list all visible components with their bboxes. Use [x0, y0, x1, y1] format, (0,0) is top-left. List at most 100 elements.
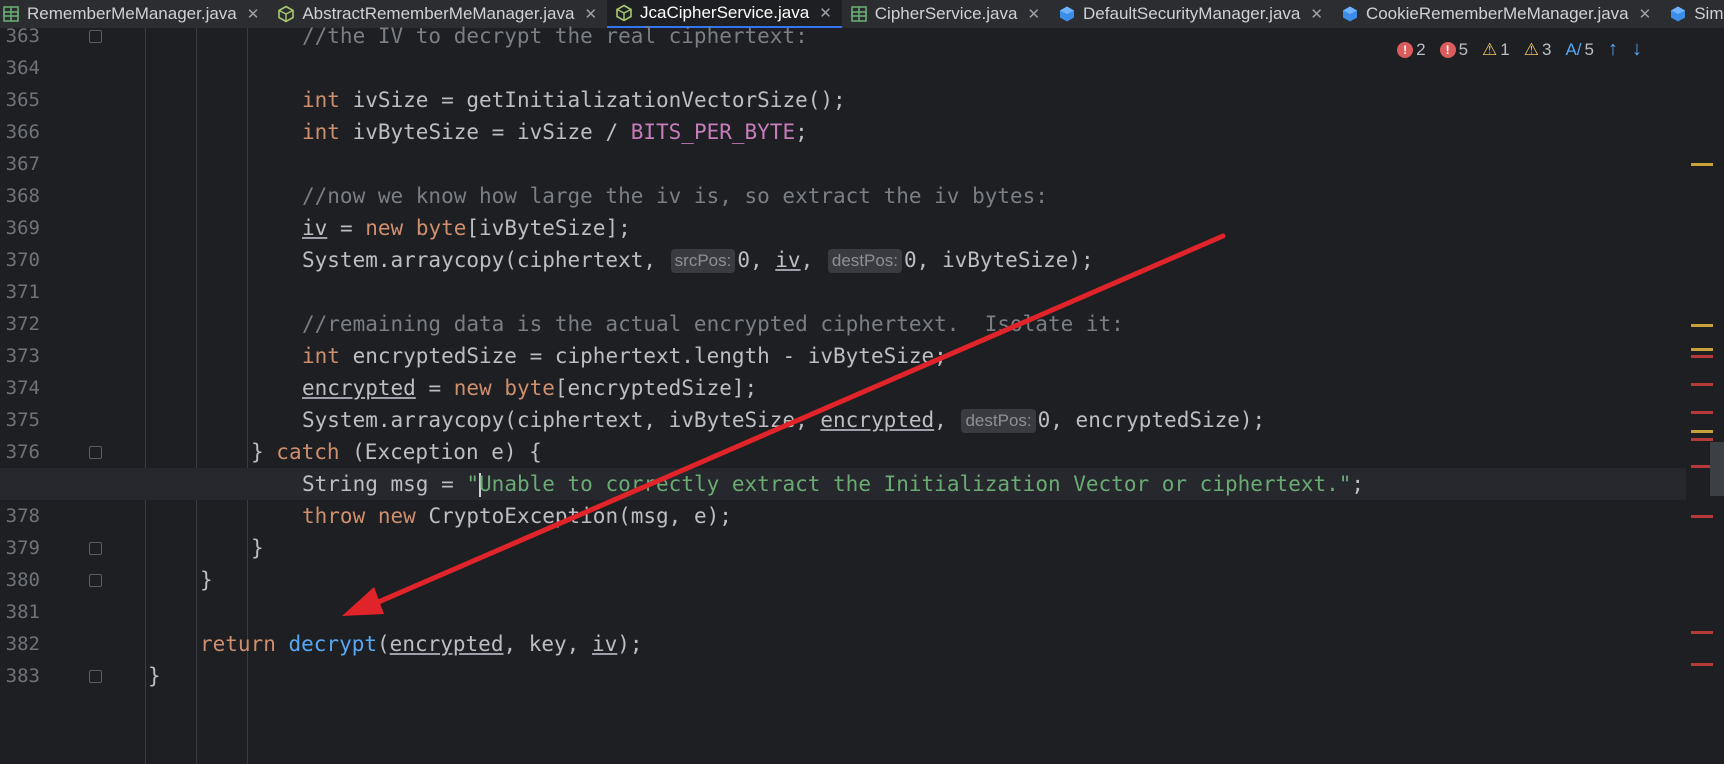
error-count-b[interactable]: ! 5: [1439, 40, 1468, 60]
variable: encrypted: [820, 408, 935, 432]
code-text: ;: [1351, 472, 1365, 496]
code-text: (Exception e) {: [339, 440, 542, 464]
keyword: catch: [276, 440, 340, 464]
code-text: , key,: [503, 632, 592, 656]
code-line-369: iv = new byte[ivByteSize];: [0, 212, 1686, 244]
code-text: [encryptedSize];: [554, 376, 758, 400]
code-line-376: } catch (Exception e) {: [0, 436, 1686, 468]
error-marker[interactable]: [1691, 411, 1713, 414]
error-icon: !: [1397, 41, 1414, 58]
variable: iv: [775, 248, 801, 272]
code-line-377-current: String msg = "Unable to correctly extrac…: [0, 468, 1686, 500]
warning-marker[interactable]: [1691, 348, 1713, 351]
string-quote: ": [466, 472, 480, 496]
warning-icon: ⚠: [1482, 39, 1498, 59]
variable: iv: [591, 632, 618, 656]
comment: //the IV to decrypt the real ciphertext:: [302, 24, 808, 48]
comment: //remaining data is the actual encrypted…: [302, 312, 1124, 336]
code-text: =: [415, 376, 454, 400]
code-text: );: [617, 632, 643, 656]
warning-marker[interactable]: [1691, 163, 1713, 166]
class-name: String: [302, 472, 378, 496]
code-line-382: return decrypt(encrypted, key, iv);: [0, 628, 1686, 660]
code-text: .arraycopy(ciphertext,: [377, 248, 669, 272]
error-count-a[interactable]: ! 2: [1397, 40, 1426, 60]
code-text: 0, ivByteSize);: [904, 248, 1094, 272]
keyword: byte: [491, 376, 555, 400]
method-call: decrypt: [275, 632, 378, 656]
code-text: 0, encryptedSize);: [1037, 408, 1266, 432]
parameter-hint: destPos:: [827, 249, 903, 273]
code-text: }: [251, 440, 277, 464]
code-line-375: System.arraycopy(ciphertext, ivByteSize,…: [0, 404, 1686, 436]
code-line-373: int encryptedSize = ciphertext.length - …: [0, 340, 1686, 372]
code-line-374: encrypted = new byte[encryptedSize];: [0, 372, 1686, 404]
error-icon: !: [1439, 41, 1456, 58]
code-line-365: int ivSize = getInitializationVectorSize…: [0, 84, 1686, 116]
error-marker[interactable]: [1691, 663, 1713, 666]
warning-count-a[interactable]: ⚠ 1: [1482, 40, 1510, 60]
code-text: encryptedSize = ciphertext.length - ivBy…: [339, 344, 947, 368]
keyword: int: [302, 120, 340, 144]
keyword: new: [365, 216, 404, 240]
error-marker[interactable]: [1691, 383, 1713, 386]
arrow-down-icon: ↓: [1632, 38, 1642, 60]
code-text: 0,: [737, 248, 776, 272]
code-text: .arraycopy(ciphertext, ivByteSize,: [377, 408, 821, 432]
error-marker[interactable]: [1691, 438, 1713, 441]
code-text: ivByteSize = ivSize /: [339, 120, 631, 144]
code-text: ;: [795, 120, 808, 144]
keyword: int: [302, 88, 340, 112]
previous-highlight-button[interactable]: ↑: [1608, 38, 1618, 61]
code-text: }: [251, 536, 264, 560]
next-highlight-button[interactable]: ↓: [1632, 38, 1642, 61]
code-line-366: int ivByteSize = ivSize / BITS_PER_BYTE;: [0, 116, 1686, 148]
keyword: new: [365, 504, 416, 528]
line-number: 371: [5, 281, 40, 303]
code-text: msg =: [377, 472, 467, 496]
variable: iv: [302, 216, 328, 240]
keyword: int: [302, 344, 340, 368]
code-line-379: }: [0, 532, 1686, 564]
code-line-378: throw new CryptoException(msg, e);: [0, 500, 1686, 532]
error-marker[interactable]: [1691, 355, 1713, 358]
code-text: ,: [934, 408, 960, 432]
inspection-widget[interactable]: ! 2 ! 5 ⚠ 1 ⚠ 3 A/5 ↑ ↓: [1397, 38, 1642, 61]
error-marker[interactable]: [1691, 631, 1713, 634]
warning-marker[interactable]: [1691, 324, 1713, 327]
class-name: System: [302, 248, 378, 272]
constant: BITS_PER_BYTE: [630, 120, 796, 144]
class-name: System: [302, 408, 378, 432]
warning-icon: ⚠: [1523, 39, 1539, 59]
code-line-380: }: [0, 564, 1686, 596]
code-line-368: //now we know how large the iv is, so ex…: [0, 180, 1686, 212]
keyword: byte: [403, 216, 467, 240]
error-marker[interactable]: [1691, 515, 1713, 518]
keyword: return: [200, 632, 276, 656]
typo-icon: A/: [1565, 39, 1582, 59]
code-text: }: [200, 568, 213, 592]
variable: encrypted: [389, 632, 504, 656]
line-number: 381: [5, 601, 40, 623]
scrollbar-thumb[interactable]: [1710, 442, 1724, 496]
typo-count[interactable]: A/5: [1565, 40, 1594, 60]
keyword: new: [453, 376, 492, 400]
warning-marker[interactable]: [1691, 430, 1713, 433]
code-line-372: //remaining data is the actual encrypted…: [0, 308, 1686, 340]
code-line-383: }: [0, 660, 1686, 692]
code-text: =: [327, 216, 366, 240]
code-text: CryptoException(msg, e);: [415, 504, 732, 528]
comment: //now we know how large the iv is, so ex…: [302, 184, 1048, 208]
parameter-hint: destPos:: [961, 409, 1036, 433]
keyword: throw: [302, 504, 366, 528]
variable: encrypted: [302, 376, 416, 400]
warning-count-b[interactable]: ⚠ 3: [1524, 40, 1552, 60]
code-editor[interactable]: 363 364 365 366 367 368 369 370 371 372 373 374 375 3…: [0, 24, 1686, 764]
code-text: }: [148, 664, 161, 688]
line-number: 367: [5, 153, 40, 175]
arrow-up-icon: ↑: [1608, 38, 1618, 60]
code-text: ivSize = getInitializationVectorSize();: [339, 88, 846, 112]
code-text: [ivByteSize];: [466, 216, 631, 240]
code-line-370: System.arraycopy(ciphertext, srcPos: 0, i…: [0, 244, 1686, 276]
error-stripe-scrollbar[interactable]: [1686, 28, 1724, 764]
